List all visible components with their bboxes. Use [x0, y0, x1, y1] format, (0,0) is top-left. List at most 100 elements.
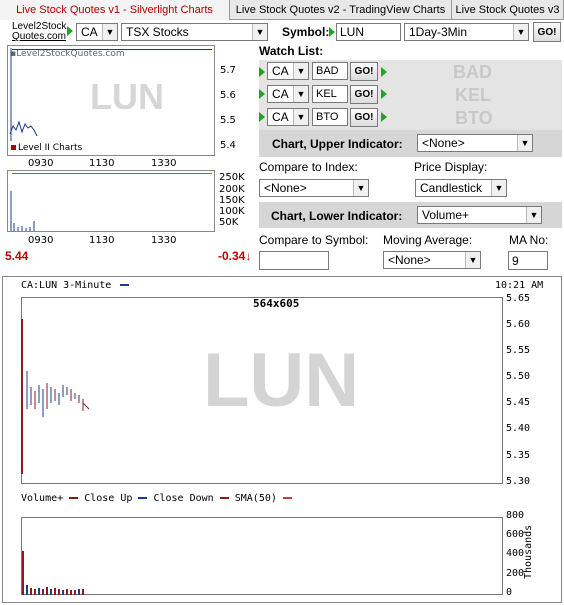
- row-arrow-icon: [259, 89, 265, 99]
- price-display-select[interactable]: Candlestick ▼: [415, 179, 507, 197]
- watch-go-button[interactable]: GO!: [350, 85, 378, 104]
- watch-symbol-value: BTO: [316, 111, 339, 123]
- volume-tick: 800: [506, 510, 525, 521]
- volume-bar: [70, 590, 72, 595]
- moving-average-select[interactable]: <None> ▼: [383, 251, 481, 269]
- compare-symbol-input[interactable]: [259, 251, 329, 270]
- symbol-input[interactable]: LUN: [336, 23, 401, 41]
- mini-volume-chart[interactable]: [7, 170, 215, 232]
- watch-go-arrow-icon: [381, 89, 387, 99]
- watch-symbol-input[interactable]: BTO: [312, 108, 348, 126]
- mini-time-tick: 1330: [151, 235, 177, 246]
- volume-bar: [58, 589, 60, 595]
- tab-v2[interactable]: Live Stock Quotes v2 - TradingView Chart…: [230, 0, 452, 20]
- watch-country-value: CA: [272, 64, 289, 78]
- chevron-down-icon: ▼: [293, 86, 308, 102]
- volume-bar: [22, 551, 24, 595]
- mini-volume-plot: [10, 191, 35, 231]
- exchange-select[interactable]: TSX Stocks ▼: [121, 23, 268, 41]
- mini-time-tick: 0930: [28, 158, 54, 169]
- compare-index-label: Compare to Index:: [259, 160, 358, 174]
- watch-symbol-value: KEL: [316, 88, 337, 100]
- symbol-arrow-icon: [329, 27, 335, 37]
- country-select[interactable]: CA ▼: [76, 23, 118, 41]
- volume-tick: 400: [506, 548, 525, 559]
- go-button[interactable]: GO!: [533, 22, 561, 42]
- volume-bar: [26, 585, 28, 595]
- mini-price-plot: [9, 48, 38, 141]
- chevron-down-icon: ▼: [517, 135, 532, 151]
- watch-country-select[interactable]: CA ▼: [267, 85, 309, 103]
- volume-bar: [50, 589, 52, 595]
- down-arrow-icon: ↓: [245, 249, 252, 263]
- upper-indicator-select[interactable]: <None> ▼: [417, 134, 533, 152]
- logo-arrow-icon: [67, 26, 73, 36]
- watchlist-title: Watch List:: [259, 44, 324, 58]
- mini-time-tick: 1130: [89, 235, 115, 246]
- price-display-label: Price Display:: [414, 160, 488, 174]
- watch-symbol-input[interactable]: BAD: [312, 62, 348, 80]
- chevron-down-icon: ▼: [293, 109, 308, 125]
- chevron-down-icon: ▼: [491, 180, 506, 196]
- chevron-down-icon: ▼: [293, 63, 308, 79]
- watch-symbol-input[interactable]: KEL: [312, 85, 348, 103]
- volume-bar: [62, 590, 64, 595]
- chevron-down-icon: ▼: [102, 24, 117, 40]
- period-select[interactable]: 1Day-3Min ▼: [404, 23, 529, 41]
- main-volume-plot: [22, 551, 84, 595]
- mini-price-tick: 5.6: [220, 90, 236, 101]
- logo[interactable]: Level2Stock Quotes.com: [12, 22, 68, 42]
- price-change: -0.34↓: [218, 249, 251, 263]
- mini-volume-tick: 100K: [219, 206, 245, 217]
- volume-bar: [34, 589, 36, 595]
- watch-go-button[interactable]: GO!: [350, 62, 378, 81]
- watch-go-arrow-icon: [381, 67, 387, 77]
- compare-index-select[interactable]: <None> ▼: [259, 179, 369, 197]
- last-price: 5.44: [5, 249, 29, 263]
- volume-bar: [46, 587, 48, 595]
- mini-price-tick: 5.5: [220, 115, 236, 126]
- mini-volume-tick: 50K: [219, 217, 239, 228]
- mini-legend: Level II Charts: [11, 143, 82, 153]
- watch-country-select[interactable]: CA ▼: [267, 108, 309, 126]
- chevron-down-icon: ▼: [465, 252, 480, 268]
- mini-time-tick: 0930: [28, 235, 54, 246]
- country-value: CA: [81, 25, 98, 39]
- volume-bar: [42, 589, 44, 595]
- mini-price-series: [9, 120, 38, 137]
- chevron-down-icon: ▼: [513, 24, 528, 40]
- legend-marker-icon: [11, 145, 16, 150]
- period-value: 1Day-3Min: [409, 25, 468, 39]
- watch-country-select[interactable]: CA ▼: [267, 62, 309, 80]
- ma-no-value: 9: [512, 253, 519, 268]
- mini-time-tick: 1130: [89, 158, 115, 169]
- watch-go-button[interactable]: GO!: [350, 108, 378, 127]
- watch-display-symbol: KEL: [455, 85, 491, 105]
- row-arrow-icon: [259, 112, 265, 122]
- mini-price-tick: 5.4: [220, 140, 236, 151]
- price-display-value: Candlestick: [420, 181, 483, 195]
- main-chart[interactable]: CA:LUN 3-Minute 10:21 AM 564x605 LUN 5.6…: [2, 276, 562, 603]
- mini-time-tick: 1330: [151, 158, 177, 169]
- tab-v1[interactable]: Live Stock Quotes v1 - Silverlight Chart…: [0, 0, 230, 20]
- lower-indicator-select[interactable]: Volume+ ▼: [417, 206, 542, 224]
- volume-tick: 200: [506, 568, 525, 579]
- moving-average-label: Moving Average:: [383, 233, 473, 247]
- ma-no-input[interactable]: 9: [508, 251, 548, 270]
- volume-tick: 600: [506, 529, 525, 540]
- mini-price-chart[interactable]: ▪Level2StockQuotes.com LUN Level II Char…: [7, 45, 215, 156]
- volume-bar: [78, 589, 80, 595]
- tab-bar: Live Stock Quotes v1 - Silverlight Chart…: [0, 0, 564, 20]
- mini-volume-tick: 150K: [219, 195, 245, 206]
- chevron-down-icon: ▼: [252, 24, 267, 40]
- row-arrow-icon: [259, 67, 265, 77]
- price-change-value: -0.34: [218, 249, 246, 263]
- lower-indicator-label: Chart, Lower Indicator:: [271, 209, 403, 223]
- tab-v3[interactable]: Live Stock Quotes v3: [452, 0, 564, 20]
- volume-unit: Thousands: [523, 524, 534, 579]
- watch-display-symbol: BAD: [453, 62, 492, 82]
- lower-indicator-value: Volume+: [422, 208, 470, 222]
- logo-line2: Quotes.com: [12, 31, 66, 42]
- chevron-down-icon: ▼: [353, 180, 368, 196]
- watch-country-value: CA: [272, 110, 289, 124]
